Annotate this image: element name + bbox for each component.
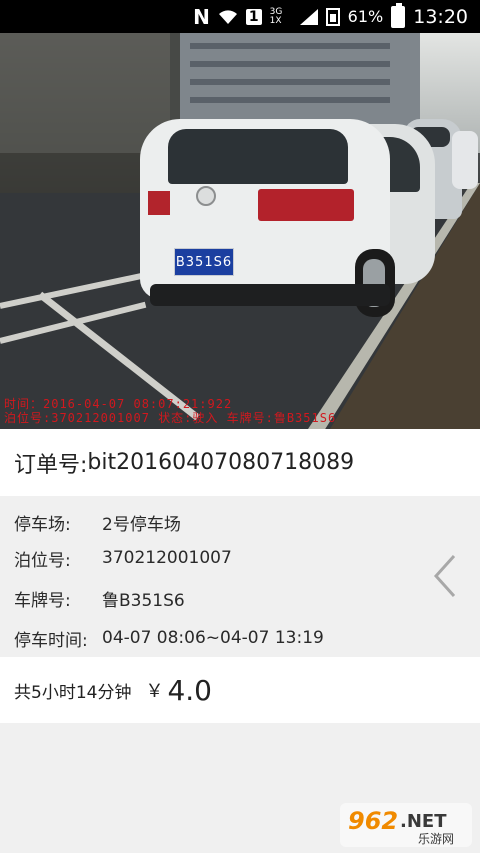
photo-parked-car: B351S6	[140, 79, 435, 319]
status-bar: N 1 3G 1X 61% 13:20	[0, 0, 480, 33]
detail-row-plate: 车牌号: 鲁B351S6	[14, 586, 185, 611]
detail-value: 鲁B351S6	[102, 590, 185, 611]
detail-value: 370212001007	[102, 548, 232, 568]
network-type-label: 3G 1X	[269, 6, 283, 26]
detail-row-parking-time: 停车时间: 04-07 08:06~04-07 13:19	[14, 626, 324, 651]
order-number-row: 订单号: bit20160407080718089	[0, 429, 480, 496]
svg-text:.NET: .NET	[400, 811, 447, 832]
app-notification-icon: N	[193, 4, 210, 29]
detail-label: 泊位号:	[14, 550, 71, 571]
detail-row-berth: 泊位号: 370212001007	[14, 546, 232, 571]
total-fee-row: 共5小时14分钟 ￥ 4.0	[0, 657, 480, 723]
license-plate: B351S6	[174, 248, 234, 276]
svg-text:962: 962	[348, 807, 398, 835]
detail-label: 车牌号:	[14, 590, 71, 611]
signal-icon	[299, 8, 318, 25]
data-sim-icon	[325, 7, 340, 26]
detail-label: 停车时间:	[14, 630, 88, 651]
total-duration: 共5小时14分钟	[14, 682, 132, 703]
sim-slot-indicator: 1	[245, 8, 262, 25]
detail-value: 2号停车场	[102, 514, 181, 535]
parking-capture-photo: B351S6 时间：2016-04-07 08:07:21:922 泊位号:37…	[0, 33, 480, 429]
order-number-value: bit20160407080718089	[87, 450, 355, 475]
wifi-icon	[218, 8, 238, 26]
photo-background-car	[452, 131, 478, 189]
order-number-label: 订单号:	[14, 452, 88, 478]
photo-overlay-info: 泊位号:370212001007 状态:驶入 车牌号:鲁B351S6	[4, 411, 337, 425]
status-time: 13:20	[413, 5, 468, 28]
car-logo-icon	[196, 186, 216, 206]
total-amount: 4.0	[167, 673, 212, 707]
svg-text:乐游网: 乐游网	[418, 832, 454, 846]
photo-overlay-timestamp: 时间：2016-04-07 08:07:21:922	[4, 397, 233, 411]
detail-label: 停车场:	[14, 514, 71, 535]
chevron-left-icon[interactable]	[430, 552, 460, 600]
currency-symbol: ￥	[145, 681, 164, 702]
battery-percent: 61%	[347, 7, 384, 26]
detail-value: 04-07 08:06~04-07 13:19	[102, 628, 324, 648]
detail-row-parking-lot: 停车场: 2号停车场	[14, 510, 181, 535]
battery-icon	[391, 2, 406, 28]
site-watermark-logo: 962 .NET 乐游网	[340, 803, 472, 847]
